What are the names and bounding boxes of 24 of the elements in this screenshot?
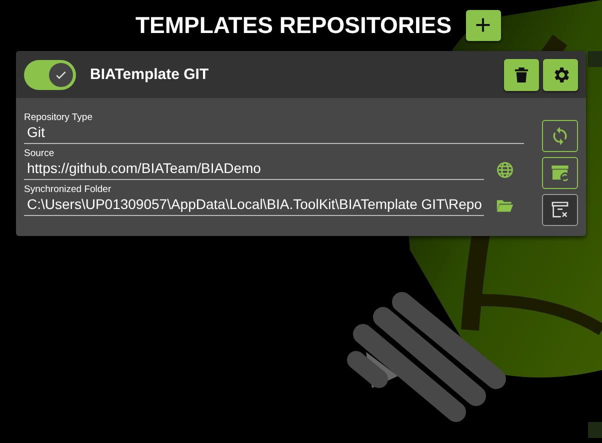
open-web-button[interactable] bbox=[496, 160, 514, 178]
repository-name: BIATemplate GIT bbox=[90, 66, 210, 83]
input-field[interactable]: Git bbox=[24, 123, 524, 144]
field-label: Repository Type bbox=[24, 112, 94, 123]
plus-icon bbox=[474, 16, 492, 34]
field-label: Source bbox=[24, 148, 56, 159]
trash-icon bbox=[514, 66, 529, 84]
settings-button[interactable] bbox=[543, 58, 578, 90]
globe-icon bbox=[496, 160, 514, 178]
sync-icon bbox=[550, 126, 570, 146]
archive-sync-icon bbox=[550, 163, 570, 183]
archive-remove-icon bbox=[550, 200, 570, 220]
input-field[interactable]: C:\Users\UP01309057\AppData\Local\BIA.ToolKit\BIATemplate GIT\Repo bbox=[24, 195, 484, 216]
delete-button[interactable] bbox=[504, 58, 539, 90]
add-button[interactable] bbox=[466, 10, 501, 40]
folder-icon bbox=[496, 198, 514, 213]
field-label: Synchronized Folder bbox=[24, 184, 112, 195]
input-field[interactable]: https://github.com/BIATeam/BIADemo bbox=[24, 159, 484, 180]
clean-button[interactable] bbox=[542, 194, 578, 226]
sync-button[interactable] bbox=[542, 120, 578, 152]
page-title: TEMPLATES REPOSITORIES bbox=[135, 12, 452, 38]
toggle-switch[interactable] bbox=[24, 60, 76, 90]
archive-sync-button[interactable] bbox=[542, 157, 578, 189]
browse-folder-button[interactable] bbox=[496, 198, 514, 213]
